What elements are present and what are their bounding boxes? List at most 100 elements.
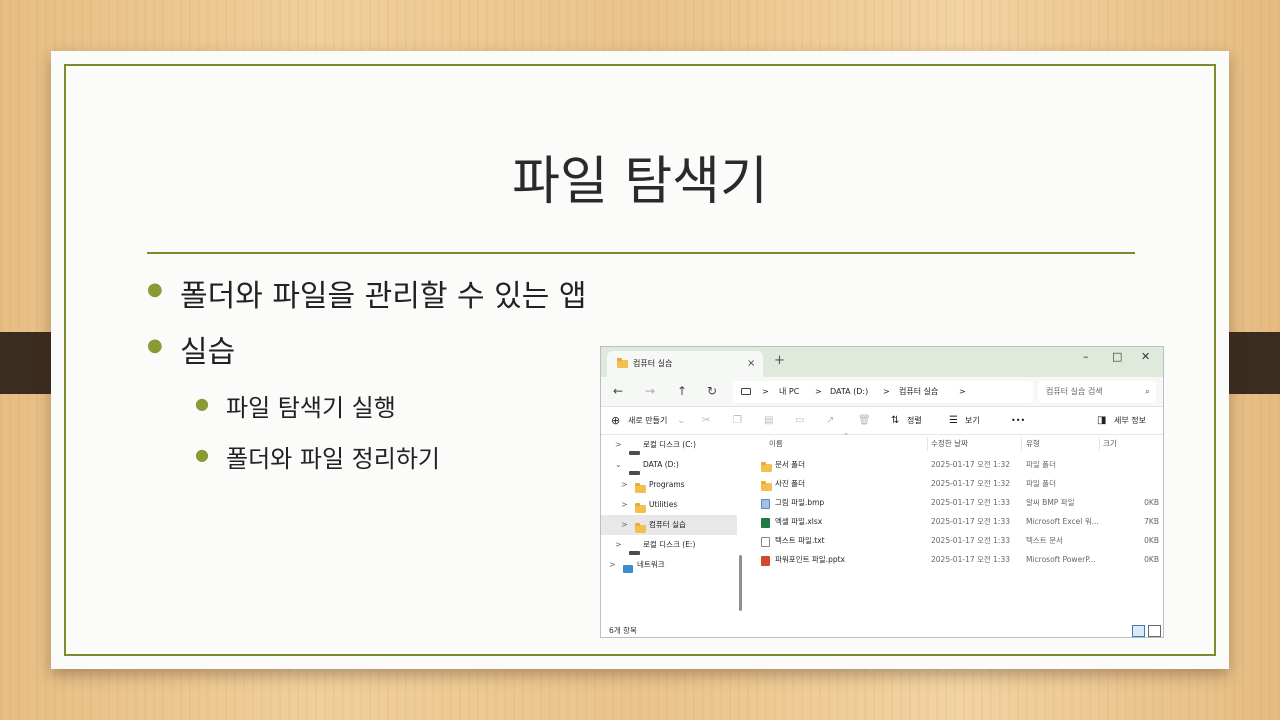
file-type: 파일 폴더 [1026,479,1056,488]
delete-icon[interactable]: 🗑 [858,407,871,435]
file-size: 0KB [1144,555,1159,564]
file-type: 알씨 BMP 파일 [1026,498,1075,507]
file-name: 문서 폴더 [775,460,805,469]
sidebar-item-local-disk-e[interactable]: > 로컬 디스크 (E:) [601,535,737,555]
file-row[interactable]: 엑셀 파일.xlsx 2025-01-17 오전 1:33 Microsoft … [749,512,1163,531]
bullet-text: 폴더와 파일을 관리할 수 있는 앱 [180,279,587,314]
collapse-chevron-icon[interactable]: ⌄ [615,455,622,475]
folder-icon [761,462,772,472]
file-type: 파일 폴더 [1026,460,1056,469]
folder-icon [635,523,646,533]
column-header-type[interactable]: 유형 [1026,435,1040,453]
search-input[interactable]: 컴퓨터 실습 검색 ⌕ [1038,381,1156,403]
sort-button[interactable]: 정렬 [907,407,922,435]
bullet-dot-icon: ● [147,279,163,300]
view-icon: ☰ [949,415,958,426]
file-size: 7KB [1144,517,1159,526]
sidebar-item-label: Programs [649,480,685,489]
maximize-button[interactable]: □ [1112,350,1122,363]
file-date: 2025-01-17 오전 1:33 [931,517,1010,526]
paste-icon[interactable]: ▤ [764,407,773,435]
tab-close-icon[interactable]: × [747,351,755,377]
dropdown-chevron-icon: ⌄ [677,415,686,426]
sidebar-scrollbar[interactable] [739,555,742,611]
expand-chevron-icon[interactable]: > [621,515,628,535]
file-row[interactable]: 사진 폴더 2025-01-17 오전 1:32 파일 폴더 [749,474,1163,493]
breadcrumb-current-folder[interactable]: 컴퓨터 실습 [899,381,938,403]
sidebar-item-utilities[interactable]: > Utilities [601,495,737,515]
close-button[interactable]: ✕ [1141,350,1150,363]
file-date: 2025-01-17 오전 1:32 [931,479,1010,488]
expand-chevron-icon[interactable]: > [609,555,616,575]
sidebar-item-computer-practice[interactable]: > 컴퓨터 실습 [601,515,737,535]
sidebar-item-network[interactable]: > 네트워크 [601,555,737,575]
file-size: 0KB [1144,498,1159,507]
title-divider [147,252,1135,254]
details-button[interactable]: 세부 정보 [1114,407,1146,435]
back-button[interactable]: ← [613,384,623,398]
file-row[interactable]: 문서 폴더 2025-01-17 오전 1:32 파일 폴더 [749,455,1163,474]
file-row[interactable]: 그림 파일.bmp 2025-01-17 오전 1:33 알씨 BMP 파일 0… [749,493,1163,512]
address-bar[interactable]: > 내 PC > DATA (D:) > 컴퓨터 실습 > [733,381,1033,403]
sidebar-item-programs[interactable]: > Programs [601,475,737,495]
file-type: Microsoft Excel 워... [1026,517,1098,526]
file-row[interactable]: 파워포인트 파일.pptx 2025-01-17 오전 1:33 Microso… [749,550,1163,569]
sub-bullet-text: 파일 탐색기 실행 [226,394,396,422]
file-date: 2025-01-17 오전 1:33 [931,536,1010,545]
excel-file-icon [761,518,770,528]
file-name: 텍스트 파일.txt [775,536,825,545]
refresh-button[interactable]: ↻ [707,384,717,398]
bullet-dot-icon: ● [195,445,209,464]
folder-icon [635,483,646,493]
column-divider[interactable] [1099,437,1100,451]
minimize-button[interactable]: – [1083,350,1089,363]
expand-chevron-icon[interactable]: > [615,535,622,555]
tab-label: 컴퓨터 실습 [633,359,673,368]
file-name: 그림 파일.bmp [775,498,825,507]
sort-ascending-icon: ⌃ [843,432,849,440]
column-header-date[interactable]: 수정한 날짜 [931,435,968,453]
file-date: 2025-01-17 오전 1:32 [931,460,1010,469]
up-button[interactable]: ↑ [677,384,687,398]
new-tab-button[interactable]: + [774,353,785,368]
more-options-button[interactable]: ••• [1011,407,1025,435]
new-button[interactable]: 새로 만들기 [628,407,667,435]
column-divider[interactable] [927,437,928,451]
expand-chevron-icon[interactable]: > [621,475,628,495]
breadcrumb-data-drive[interactable]: DATA (D:) [830,381,868,403]
sidebar-item-local-disk-c[interactable]: > 로컬 디스크 (C:) [601,435,737,455]
file-explorer-window: 컴퓨터 실습 × + – □ ✕ ← → ↑ ↻ > 내 PC > DATA (… [600,346,1164,638]
network-icon [623,565,633,573]
sidebar-item-label: 로컬 디스크 (E:) [643,540,696,549]
sidebar-item-label: DATA (D:) [643,460,679,469]
tab-computer-practice[interactable]: 컴퓨터 실습 × [607,351,763,377]
address-bar-row: ← → ↑ ↻ > 내 PC > DATA (D:) > 컴퓨터 실습 > 컴퓨… [601,377,1163,407]
navigation-pane: > 로컬 디스크 (C:) ⌄ DATA (D:) > Programs > U… [601,435,745,623]
column-divider[interactable] [1021,437,1022,451]
share-icon[interactable]: ↗ [826,407,834,435]
item-count: 6개 항목 [609,626,637,635]
expand-chevron-icon[interactable]: > [615,435,622,455]
details-view-icon[interactable] [1132,625,1145,637]
file-date: 2025-01-17 오전 1:33 [931,555,1010,564]
file-name: 사진 폴더 [775,479,805,488]
expand-chevron-icon[interactable]: > [621,495,628,515]
sidebar-item-data-drive[interactable]: ⌄ DATA (D:) [601,455,737,475]
breadcrumb-separator: > [883,387,890,396]
file-type: 텍스트 문서 [1026,536,1063,545]
file-row[interactable]: 텍스트 파일.txt 2025-01-17 오전 1:33 텍스트 문서 0KB [749,531,1163,550]
breadcrumb-my-pc[interactable]: 내 PC [779,381,799,403]
cut-icon[interactable]: ✂ [702,407,710,435]
search-icon: ⌕ [1144,387,1150,397]
large-icons-view-icon[interactable] [1148,625,1161,637]
column-header-size[interactable]: 크기 [1103,435,1117,453]
copy-icon[interactable]: ❐ [733,407,742,435]
rename-icon[interactable]: ▭ [795,407,804,435]
file-type: Microsoft PowerP... [1026,555,1096,564]
forward-button[interactable]: → [645,384,655,398]
view-button[interactable]: 보기 [965,407,980,435]
command-bar: ⊕ 새로 만들기 ⌄ ✂ ❐ ▤ ▭ ↗ 🗑 ⇅ 정렬 ☰ 보기 ••• ◨ 세… [601,407,1163,435]
sidebar-item-label: 네트워크 [637,560,665,569]
sort-icon: ⇅ [891,415,900,426]
column-header-name[interactable]: 이름 [769,435,783,453]
